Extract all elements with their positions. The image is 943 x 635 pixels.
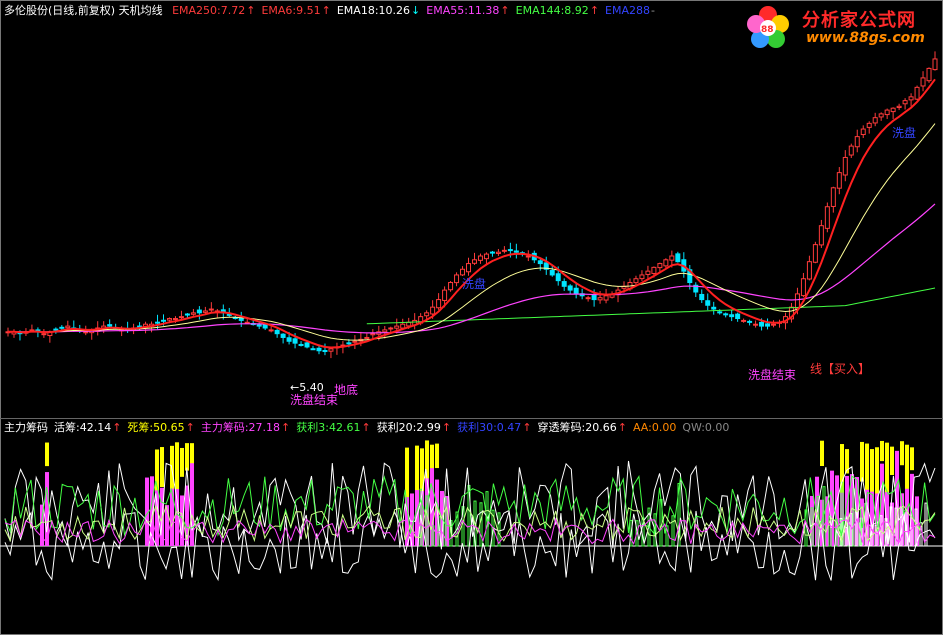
chip-bar-yellow xyxy=(160,447,164,488)
chip-bar-yellow xyxy=(880,440,884,462)
chip-bar-yellow xyxy=(870,449,874,492)
chip-bar-yellow xyxy=(435,443,439,469)
chip-bar-yellow xyxy=(180,447,184,477)
chip-bar-yellow xyxy=(865,443,869,490)
chip-bar-yellow xyxy=(860,441,864,482)
chip-bar xyxy=(170,486,174,546)
chip-bar-yellow xyxy=(45,442,49,467)
chip-bar-yellow xyxy=(820,440,824,467)
chip-bar-yellow xyxy=(900,441,904,466)
chip-bar-yellow xyxy=(890,446,894,476)
chip-bar xyxy=(190,450,194,546)
chip-bar-yellow xyxy=(190,443,194,464)
chip-bar-yellow xyxy=(875,447,879,494)
chip-bar-yellow xyxy=(175,442,179,490)
chip-bar-yellow xyxy=(905,444,909,489)
chip-bar-green xyxy=(671,515,675,547)
chip-bar-yellow xyxy=(415,445,419,491)
chip-bar-yellow xyxy=(910,447,914,471)
indicator-chart[interactable] xyxy=(0,0,943,635)
chip-bar-yellow xyxy=(430,444,434,469)
chip-bar-yellow xyxy=(885,442,889,493)
chip-bar-yellow xyxy=(185,443,189,471)
